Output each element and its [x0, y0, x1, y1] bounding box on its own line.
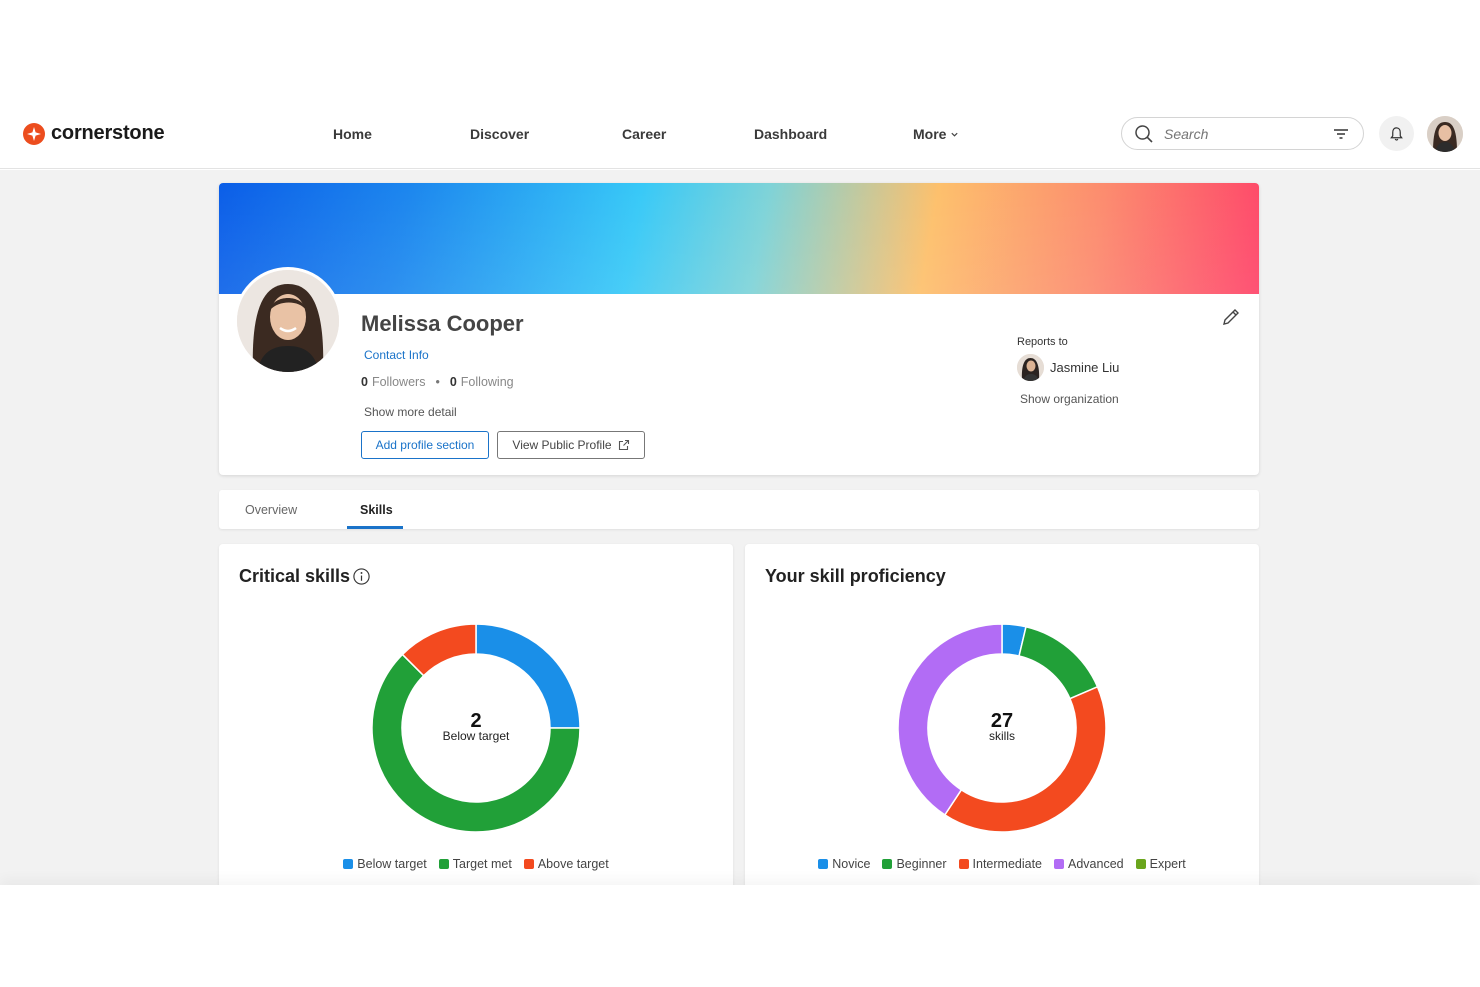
- profile-photo-image: [237, 270, 339, 372]
- critical-skills-center-label: Below target: [442, 729, 510, 743]
- following-count: 0: [449, 375, 457, 389]
- legend-item-intermediate[interactable]: Intermediate: [958, 857, 1042, 871]
- cornerstone-logo-icon: [23, 122, 45, 145]
- brand-name: cornerstone: [51, 122, 165, 144]
- legend-swatch: [958, 859, 969, 869]
- legend-item-target-met[interactable]: Target met: [438, 857, 512, 871]
- tab-skills[interactable]: Skills: [360, 503, 393, 517]
- show-more-detail-link[interactable]: Show more detail: [364, 405, 457, 419]
- critical-skills-legend: Below target Target met Above target: [219, 857, 733, 871]
- active-tab-indicator: [347, 526, 403, 529]
- legend-swatch: [1135, 859, 1146, 869]
- skill-proficiency-panel: Your skill proficiency 27 skills Novice B…: [745, 544, 1259, 889]
- critical-skills-title: Critical skills: [239, 566, 351, 586]
- nav-more-label: More: [913, 126, 947, 142]
- legend-label: Beginner: [896, 857, 947, 871]
- show-organization-link[interactable]: Show organization: [1020, 392, 1119, 406]
- legend-item-above-target[interactable]: Above target: [523, 857, 609, 871]
- user-avatar-image: [1427, 116, 1463, 152]
- add-profile-section-button[interactable]: Add profile section: [361, 431, 489, 459]
- legend-label: Below target: [357, 857, 427, 871]
- brand-logo[interactable]: cornerstone: [23, 122, 165, 145]
- profile-name: Melissa Cooper: [361, 311, 524, 336]
- legend-label: Intermediate: [972, 857, 1042, 871]
- view-public-profile-button[interactable]: View Public Profile: [497, 431, 645, 459]
- following-label[interactable]: Following: [461, 375, 514, 389]
- critical-skills-title-row: Critical skills: [239, 566, 371, 587]
- separator-dot: •: [435, 375, 440, 389]
- user-avatar[interactable]: [1427, 116, 1463, 152]
- donut-slice-intermediate[interactable]: [943, 685, 1107, 833]
- top-spacer: [0, 0, 1480, 100]
- contact-info-link[interactable]: Contact Info: [364, 348, 429, 362]
- view-public-profile-label: View Public Profile: [512, 438, 612, 452]
- top-navigation-bar: cornerstone Home Discover Career Dashboa…: [0, 100, 1480, 169]
- legend-swatch: [523, 859, 534, 869]
- search-icon: [1135, 124, 1153, 143]
- profile-tabs: Overview Skills: [219, 490, 1259, 529]
- notifications-button[interactable]: [1379, 116, 1414, 151]
- skill-proficiency-legend: Novice Beginner Intermediate Advanced Expert: [745, 857, 1259, 871]
- manager-name: Jasmine Liu: [1050, 360, 1120, 375]
- nav-dashboard[interactable]: Dashboard: [754, 126, 827, 142]
- skill-proficiency-center-label: skills: [989, 729, 1015, 743]
- bell-icon: [1390, 126, 1403, 141]
- legend-swatch: [1054, 859, 1064, 869]
- legend-label: Novice: [832, 857, 871, 871]
- legend-label: Above target: [537, 857, 609, 871]
- legend-label: Expert: [1149, 857, 1186, 871]
- skill-proficiency-title: Your skill proficiency: [765, 566, 946, 586]
- info-icon[interactable]: [352, 567, 371, 586]
- legend-item-expert[interactable]: Expert: [1135, 857, 1186, 871]
- edit-pencil-icon[interactable]: [1221, 307, 1241, 327]
- reports-to-label: Reports to: [1017, 336, 1068, 348]
- legend-item-novice[interactable]: Novice: [818, 857, 870, 871]
- legend-item-beginner[interactable]: Beginner: [882, 857, 947, 871]
- legend-item-advanced[interactable]: Advanced: [1054, 857, 1124, 871]
- tab-overview[interactable]: Overview: [245, 503, 297, 517]
- donut-slice-beginner[interactable]: [1018, 625, 1099, 700]
- banner-overlay: [219, 183, 1259, 294]
- bottom-spacer: [0, 885, 1480, 987]
- external-link-icon: [618, 439, 629, 451]
- legend-label: Target met: [452, 857, 512, 871]
- legend-swatch: [882, 859, 893, 869]
- search-box[interactable]: [1121, 117, 1364, 150]
- nav-more[interactable]: More: [913, 126, 959, 142]
- critical-skills-panel: Critical skills 2 Below target Below tar…: [219, 544, 733, 889]
- skill-proficiency-title-row: Your skill proficiency: [765, 566, 946, 587]
- legend-item-below-target[interactable]: Below target: [343, 857, 427, 871]
- profile-photo: [234, 267, 342, 375]
- nav-discover[interactable]: Discover: [470, 126, 529, 142]
- manager-avatar: [1017, 354, 1044, 381]
- legend-swatch: [818, 859, 829, 869]
- filter-icon[interactable]: [1333, 127, 1349, 141]
- manager-link[interactable]: Jasmine Liu: [1017, 354, 1119, 381]
- search-input[interactable]: [1164, 125, 1314, 142]
- profile-card: Melissa Cooper Contact Info 0 Followers …: [219, 183, 1259, 475]
- followers-label[interactable]: Followers: [372, 375, 426, 389]
- legend-swatch: [343, 859, 354, 869]
- chevron-down-icon: [951, 132, 959, 137]
- nav-career[interactable]: Career: [622, 126, 666, 142]
- followers-count: 0: [361, 375, 368, 389]
- follow-stats: 0 Followers • 0 Following: [361, 375, 514, 389]
- nav-home[interactable]: Home: [333, 126, 372, 142]
- manager-avatar-image: [1017, 354, 1044, 381]
- legend-swatch: [438, 859, 449, 869]
- legend-label: Advanced: [1068, 857, 1124, 871]
